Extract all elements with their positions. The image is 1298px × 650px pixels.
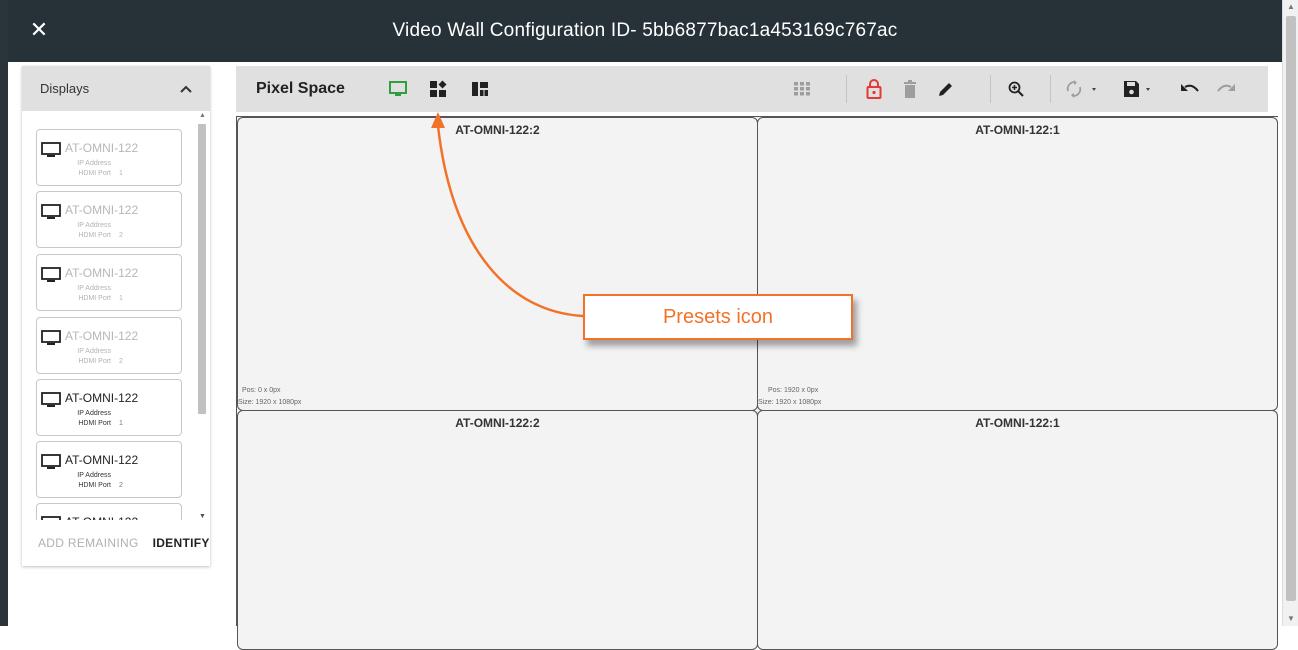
title-bar: ✕ Video Wall Configuration ID- 5bb6877ba…: [8, 0, 1282, 62]
monitor-icon: [41, 454, 61, 470]
display-name: AT-OMNI-122: [65, 453, 139, 467]
wall-cell[interactable]: AT-OMNI-122:2 Pos: 0 x 0px Size: 1920 x …: [237, 117, 758, 411]
cell-position: Pos: 1920 x 0px: [768, 387, 819, 394]
display-card[interactable]: AT-OMNI-122 IP Address HDMI Port 2: [36, 191, 182, 248]
scroll-up-icon[interactable]: ▲: [1287, 2, 1295, 12]
displays-header[interactable]: Displays: [22, 66, 210, 111]
display-port-number: 1: [119, 295, 123, 302]
display-name: AT-OMNI-122: [65, 391, 139, 405]
monitor-icon: [41, 142, 61, 158]
monitor-icon: [41, 204, 61, 220]
pencil-icon[interactable]: [936, 79, 956, 99]
save-icon[interactable]: [1122, 79, 1160, 99]
display-port-number: 1: [119, 170, 123, 177]
presets-icon[interactable]: [428, 79, 448, 99]
display-ip-label: IP Address: [77, 348, 111, 355]
display-ip-label: IP Address: [77, 410, 111, 417]
toolbar-divider: [846, 75, 847, 103]
display-port-number: 2: [119, 482, 123, 489]
display-list: AT-OMNI-122 IP Address HDMI Port 1 AT-OMNI-1…: [22, 111, 210, 591]
display-card[interactable]: AT-OMNI-122 IP Address HDMI Port 1: [36, 254, 182, 311]
lock-icon[interactable]: [864, 79, 884, 99]
trash-icon[interactable]: [900, 79, 920, 99]
display-list-scrollbar[interactable]: ▲ ▼: [196, 112, 208, 520]
display-name: AT-OMNI-122: [65, 141, 139, 155]
pixel-space-title: Pixel Space: [256, 80, 345, 97]
display-port-label: HDMI Port: [78, 295, 111, 302]
add-remaining-button[interactable]: ADD REMAINING: [38, 536, 139, 550]
grid-icon[interactable]: [792, 79, 812, 99]
monitor-icon: [41, 267, 61, 283]
display-ip-label: IP Address: [77, 472, 111, 479]
chevron-up-icon[interactable]: [180, 82, 192, 96]
zoom-in-icon[interactable]: [1006, 79, 1026, 99]
redo-icon[interactable]: [1216, 79, 1236, 99]
display-port-label: HDMI Port: [78, 420, 111, 427]
display-ip-label: IP Address: [77, 285, 111, 292]
display-name: AT-OMNI-122: [65, 203, 139, 217]
window-left-edge: [0, 0, 8, 626]
display-card[interactable]: AT-OMNI-122 IP Address HDMI Port 1: [36, 129, 182, 186]
list-scroll-down-icon[interactable]: ▼: [199, 513, 206, 520]
display-ip-label: IP Address: [77, 222, 111, 229]
cell-title: AT-OMNI-122:2: [455, 123, 540, 137]
cell-title: AT-OMNI-122:1: [975, 416, 1060, 430]
layout-icon[interactable]: [470, 79, 490, 99]
display-port-label: HDMI Port: [78, 232, 111, 239]
display-name: AT-OMNI-122: [65, 266, 139, 280]
wall-cell[interactable]: AT-OMNI-122:1 Pos: 1920 x 0px Size: 1920…: [757, 117, 1278, 411]
display-port-label: HDMI Port: [78, 358, 111, 365]
monitor-icon[interactable]: [388, 79, 408, 99]
display-port-label: HDMI Port: [78, 482, 111, 489]
display-card[interactable]: AT-OMNI-122 IP Address HDMI Port 2: [36, 441, 182, 498]
cell-title: AT-OMNI-122:2: [455, 416, 540, 430]
window-title: Video Wall Configuration ID- 5bb6877bac1…: [392, 20, 898, 41]
cell-title: AT-OMNI-122:1: [975, 123, 1060, 137]
display-card[interactable]: AT-OMNI-122 IP Address HDMI Port 1: [36, 379, 182, 436]
displays-header-label: Displays: [40, 81, 90, 96]
display-port-number: 2: [119, 232, 123, 239]
displays-panel: Displays AT-OMNI-122 IP Address HDMI Port 1…: [22, 66, 210, 566]
monitor-icon: [41, 330, 61, 346]
display-port-label: HDMI Port: [78, 170, 111, 177]
identify-button[interactable]: IDENTIFY: [153, 536, 210, 550]
sync-icon[interactable]: [1064, 79, 1102, 99]
scroll-down-icon[interactable]: ▼: [1287, 614, 1295, 624]
cell-size: Size: 1920 x 1080px: [238, 399, 302, 406]
monitor-icon: [41, 392, 61, 408]
display-card[interactable]: AT-OMNI-122 IP Address HDMI Port 2: [36, 317, 182, 374]
list-scroll-up-icon[interactable]: ▲: [199, 112, 206, 119]
undo-icon[interactable]: [1180, 79, 1200, 99]
wall-cell[interactable]: AT-OMNI-122:1: [757, 410, 1278, 650]
scrollbar-thumb[interactable]: [1286, 16, 1296, 601]
cell-position: Pos: 0 x 0px: [242, 387, 281, 394]
display-name: AT-OMNI-122: [65, 329, 139, 343]
cell-size: Size: 1920 x 1080px: [758, 399, 822, 406]
display-port-number: 2: [119, 358, 123, 365]
wall-cell[interactable]: AT-OMNI-122:2: [237, 410, 758, 650]
display-port-number: 1: [119, 420, 123, 427]
page-scrollbar[interactable]: ▲ ▼: [1282, 0, 1298, 626]
toolbar-divider: [990, 75, 991, 103]
app-window: ✕ Video Wall Configuration ID- 5bb6877ba…: [0, 0, 1298, 650]
display-ip-label: IP Address: [77, 160, 111, 167]
pixel-space-canvas[interactable]: AT-OMNI-122:2 Pos: 0 x 0px Size: 1920 x …: [236, 116, 1278, 650]
toolbar-divider: [1050, 75, 1051, 103]
pixel-space-toolbar: Pixel Space: [236, 66, 1268, 112]
displays-footer: ADD REMAINING IDENTIFY: [22, 520, 210, 566]
presets-callout: Presets icon: [583, 294, 853, 340]
list-scrollbar-thumb[interactable]: [198, 124, 206, 414]
